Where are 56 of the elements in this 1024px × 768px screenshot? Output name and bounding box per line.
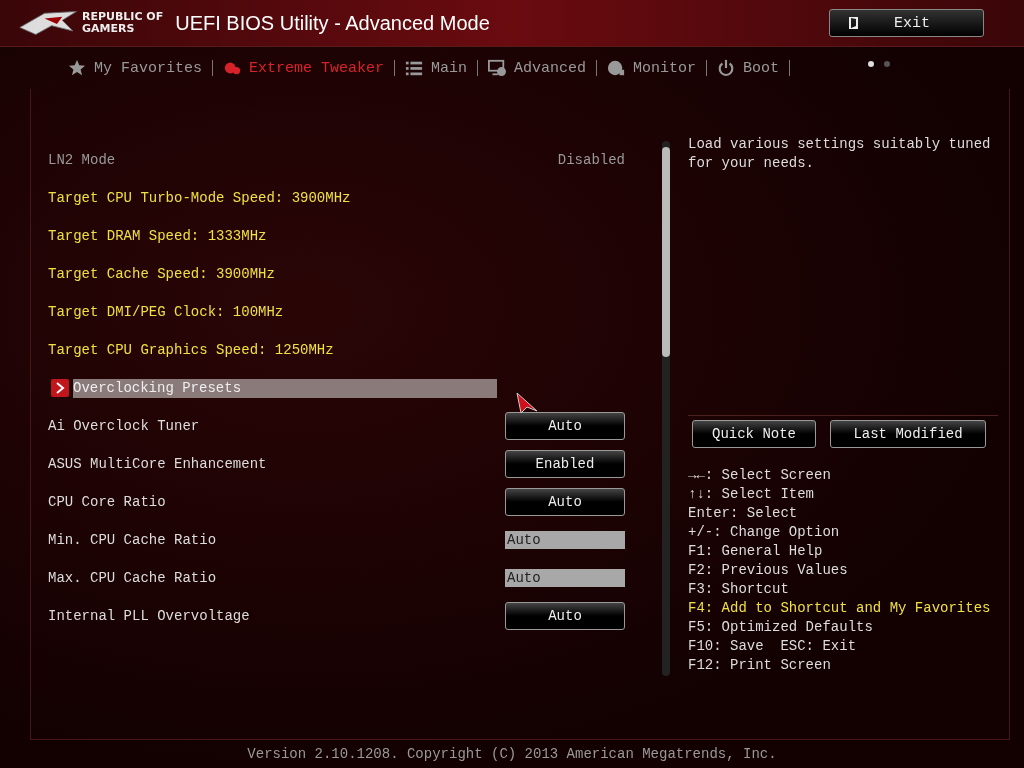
setting-label: CPU Core Ratio	[48, 494, 166, 510]
dial-icon	[607, 59, 626, 77]
option-button[interactable]: Auto	[505, 412, 625, 440]
target-speed-text: Target DMI/PEG Clock: 100MHz	[48, 304, 284, 320]
input-field[interactable]: Auto	[505, 569, 625, 587]
target-speed-text: Target DRAM Speed: 1333MHz	[48, 228, 267, 244]
exit-button[interactable]: Exit	[829, 9, 984, 37]
key-hint: Enter: Select	[688, 504, 799, 523]
target-speed-text: Target CPU Graphics Speed: 1250MHz	[48, 342, 334, 358]
version-text: Version 2.10.1208. Copyright (C) 2013 American Megatrends, Inc.	[246, 745, 778, 764]
setting-label: ASUS MultiCore Enhancement	[48, 456, 267, 472]
setting-label: Max. CPU Cache Ratio	[48, 570, 217, 586]
tab[interactable]: Monitor	[597, 59, 707, 77]
target-speed-text: Target CPU Turbo-Mode Speed: 3900MHz	[48, 190, 351, 206]
mouse-cursor-icon	[515, 391, 539, 415]
page-dot[interactable]	[868, 61, 875, 67]
setting-label: Min. CPU Cache Ratio	[48, 532, 217, 548]
key-hint: F2: Previous Values	[688, 561, 849, 580]
key-hint: F5: Optimized Defaults	[688, 618, 874, 637]
tab[interactable]: Advanced	[478, 59, 597, 77]
option-button[interactable]: Enabled	[505, 450, 625, 478]
input-field[interactable]: Auto	[505, 531, 625, 549]
panel-button[interactable]: Last Modified	[830, 420, 986, 448]
page-dot[interactable]	[884, 61, 891, 67]
logo-text: GAMERS	[82, 23, 136, 35]
tab[interactable]: Main	[395, 59, 478, 77]
help-text: Load various settings suitably tuned for your needs.	[688, 135, 998, 416]
target-speed-text: Target Cache Speed: 3900MHz	[48, 266, 275, 282]
key-hint: F1: General Help	[688, 542, 824, 561]
key-hint: F4: Add to Shortcut and My Favorites	[688, 599, 992, 618]
setting-label: Ai Overclock Tuner	[48, 418, 200, 434]
list-icon	[405, 59, 424, 77]
star-icon	[68, 59, 86, 77]
window-title: UEFI BIOS Utility - Advanced Mode	[175, 11, 491, 35]
tab[interactable]: Boot	[707, 59, 790, 77]
key-hint: ↑↓: Select Item	[688, 485, 816, 504]
setting-label: LN2 Mode	[48, 152, 116, 168]
panel-button[interactable]: Quick Note	[692, 420, 816, 448]
tab[interactable]: Extreme Tweaker	[213, 59, 395, 77]
key-hint: F3: Shortcut	[688, 580, 790, 599]
key-hint: +/-: Change Option	[688, 523, 841, 542]
logo-text: REPUBLIC OF	[82, 11, 164, 23]
chevron-icon	[51, 379, 69, 397]
submenu-item[interactable]: Overclocking Presets	[73, 378, 497, 398]
tab[interactable]: My Favorites	[58, 59, 213, 77]
key-hint: F12: Print Screen	[688, 656, 832, 675]
option-button[interactable]: Auto	[505, 602, 625, 630]
door-icon	[848, 16, 860, 30]
monitor-icon	[488, 59, 507, 77]
setting-value: Disabled	[557, 152, 625, 168]
scrollbar[interactable]	[662, 141, 670, 676]
power-icon	[717, 59, 736, 77]
option-button[interactable]: Auto	[505, 488, 625, 516]
key-hint: F10: Save ESC: Exit	[688, 637, 858, 656]
key-hint: →←: Select Screen	[688, 466, 832, 485]
setting-label: Internal PLL Overvoltage	[48, 608, 250, 624]
